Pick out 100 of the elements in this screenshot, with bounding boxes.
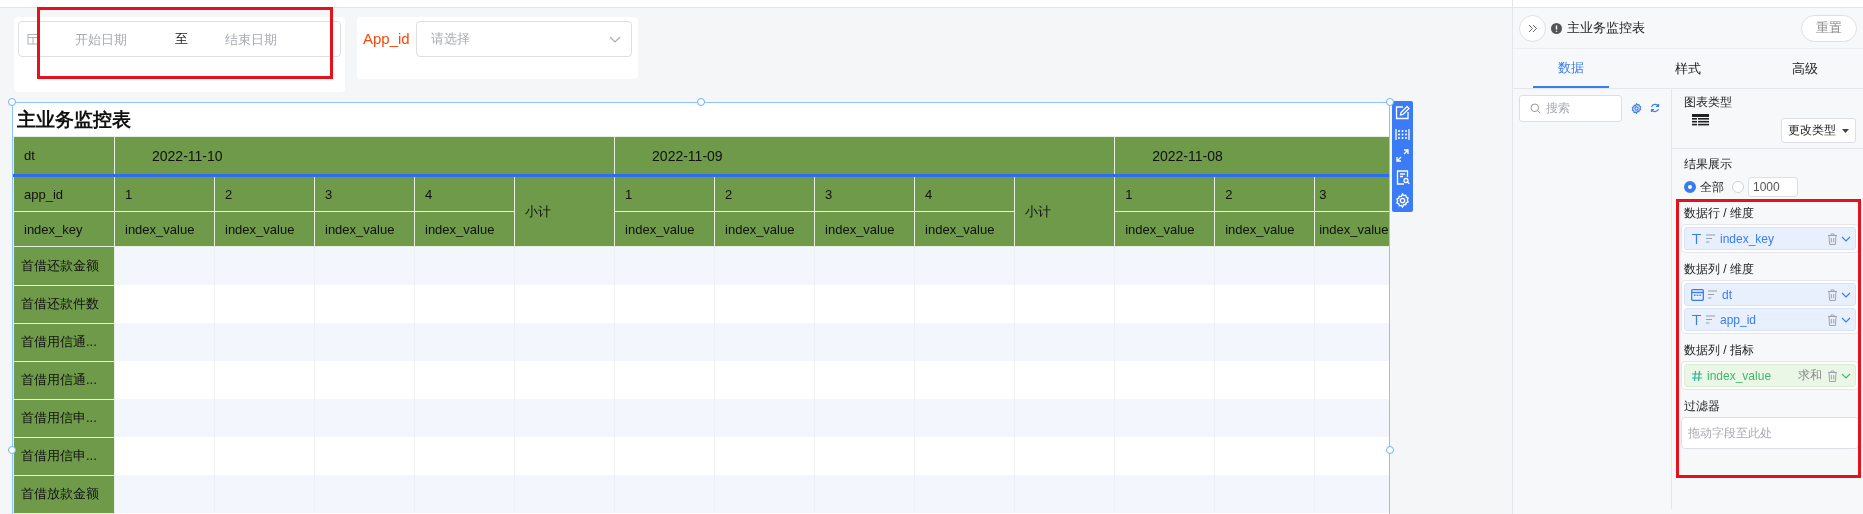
resize-handle[interactable] xyxy=(697,98,705,106)
header-cell: 1 xyxy=(1114,175,1215,212)
header-cell: index_value xyxy=(1214,211,1315,247)
header-cell: index_value xyxy=(1114,211,1215,247)
document-search-icon[interactable] xyxy=(1395,170,1410,185)
search-field[interactable]: 搜索 xyxy=(1519,95,1622,122)
trash-icon[interactable] xyxy=(1827,288,1838,301)
header-cell: 4 xyxy=(914,175,1015,212)
radio-button[interactable] xyxy=(1684,181,1696,193)
row-header-cell: 首借还款金额 xyxy=(13,246,115,285)
header-cell: index_value xyxy=(114,211,215,247)
expand-icon[interactable] xyxy=(1396,149,1409,162)
trash-icon[interactable] xyxy=(1827,369,1838,382)
caret-icon xyxy=(1842,128,1849,133)
header-cell: 2 xyxy=(214,175,315,212)
row-header-cell: 首借用信申... xyxy=(13,437,115,475)
section-label: 结果展示 xyxy=(1684,156,1733,173)
hash-icon xyxy=(1691,369,1703,382)
header-cell: index_value xyxy=(614,211,715,247)
table-icon xyxy=(1692,114,1709,126)
measure-field-chip[interactable]: index_value 求和 xyxy=(1684,364,1856,387)
header-cell: 4 xyxy=(414,175,515,212)
header-cell: 2 xyxy=(714,175,815,212)
filter-drop-zone[interactable]: 拖动字段至此处 xyxy=(1681,417,1859,449)
date-header-cell: 2022-11-08 xyxy=(1114,136,1389,176)
resize-handle[interactable] xyxy=(1386,446,1394,454)
dimension-field-chip[interactable]: app_id xyxy=(1684,308,1856,331)
info-icon xyxy=(1551,22,1562,34)
trash-icon[interactable] xyxy=(1827,313,1838,326)
start-date-input[interactable]: 开始日期 xyxy=(75,31,145,47)
header-cell: 3 xyxy=(814,175,915,212)
header-cell: 2 xyxy=(1214,175,1315,212)
search-placeholder: 搜索 xyxy=(1546,100,1570,117)
section-label: 数据行 / 维度 xyxy=(1684,206,1755,220)
header-cell: dt xyxy=(13,136,115,176)
settings-icon[interactable] xyxy=(1631,103,1642,114)
field-name: index_key xyxy=(1720,231,1775,246)
date-header-cell: 2022-11-10 xyxy=(114,136,615,176)
dimension-field-chip[interactable]: index_key xyxy=(1684,227,1856,250)
change-type-button[interactable]: 更改类型 xyxy=(1781,118,1856,143)
range-separator: 至 xyxy=(175,30,189,48)
header-cell: 3 xyxy=(1314,175,1389,212)
end-date-input[interactable]: 结束日期 xyxy=(225,31,305,47)
edit-icon[interactable] xyxy=(1395,105,1410,120)
chevron-down-icon[interactable] xyxy=(1841,316,1851,323)
row-limit-input[interactable]: 1000 xyxy=(1748,177,1798,197)
header-cell: index_value xyxy=(814,211,915,247)
panel-tab[interactable]: 样式 xyxy=(1629,49,1746,88)
calendar-icon xyxy=(1691,288,1704,301)
header-cell: index_value xyxy=(414,211,515,247)
calendar-icon xyxy=(27,33,39,45)
resize-handle[interactable] xyxy=(8,98,16,106)
sort-icon xyxy=(1705,233,1716,244)
panel-title: 主业务监控表 xyxy=(1567,19,1645,37)
select-placeholder: 请选择 xyxy=(430,30,471,48)
drop-zone-hint: 拖动字段至此处 xyxy=(1688,424,1772,442)
field-name: index_value xyxy=(1707,368,1772,383)
panel-tab[interactable]: 数据 xyxy=(1533,49,1609,88)
sort-icon xyxy=(1705,314,1716,325)
trash-icon[interactable] xyxy=(1827,232,1838,245)
section-label: 图表类型 xyxy=(1684,94,1733,111)
aggregation-label: 求和 xyxy=(1798,367,1822,384)
header-cell: index_value xyxy=(714,211,815,247)
header-cell: 1 xyxy=(614,175,715,212)
row-header-cell: 首借还款件数 xyxy=(13,285,115,323)
resize-handle[interactable] xyxy=(8,446,16,454)
radio-label: 全部 xyxy=(1700,178,1724,196)
header-cell: app_id xyxy=(13,175,115,212)
panel-tab[interactable]: 高级 xyxy=(1746,49,1863,88)
chevron-down-icon[interactable] xyxy=(1841,372,1851,379)
header-cell: 3 xyxy=(314,175,415,212)
filter-label: App_id xyxy=(363,29,410,49)
date-range-picker[interactable]: 开始日期 至 结束日期 xyxy=(18,21,341,57)
grid-icon[interactable] xyxy=(1395,128,1410,141)
header-cell: 1 xyxy=(114,175,215,212)
header-cell: index_value xyxy=(214,211,315,247)
chevron-down-icon[interactable] xyxy=(1841,235,1851,242)
header-cell: index_value xyxy=(914,211,1015,247)
header-cell: index_key xyxy=(13,211,115,247)
row-header-cell: 首借用信通... xyxy=(13,323,115,361)
date-header-cell: 2022-11-09 xyxy=(614,136,1115,176)
section-label: 数据列 / 指标 xyxy=(1684,343,1755,357)
dimension-field-chip[interactable]: dt xyxy=(1684,283,1856,306)
double-chevron-icon xyxy=(1527,23,1538,33)
field-name: dt xyxy=(1722,287,1732,302)
header-cell: index_value xyxy=(1314,211,1389,247)
sort-icon xyxy=(1707,289,1718,300)
field-name: app_id xyxy=(1720,312,1757,327)
refresh-icon[interactable] xyxy=(1650,103,1660,113)
subtotal-header-cell: 小计 xyxy=(1014,175,1115,247)
chevron-down-icon xyxy=(608,35,621,43)
app-id-select[interactable]: 请选择 xyxy=(415,21,632,57)
search-icon xyxy=(1530,103,1541,114)
row-header-cell: 首借放款金额 xyxy=(13,475,115,513)
section-label: 过滤器 xyxy=(1684,399,1721,413)
chevron-down-icon[interactable] xyxy=(1841,291,1851,298)
text-type-icon xyxy=(1691,313,1702,326)
section-label: 数据列 / 维度 xyxy=(1684,262,1755,276)
text-type-icon xyxy=(1691,232,1702,245)
reset-button[interactable]: 重置 xyxy=(1801,14,1857,42)
